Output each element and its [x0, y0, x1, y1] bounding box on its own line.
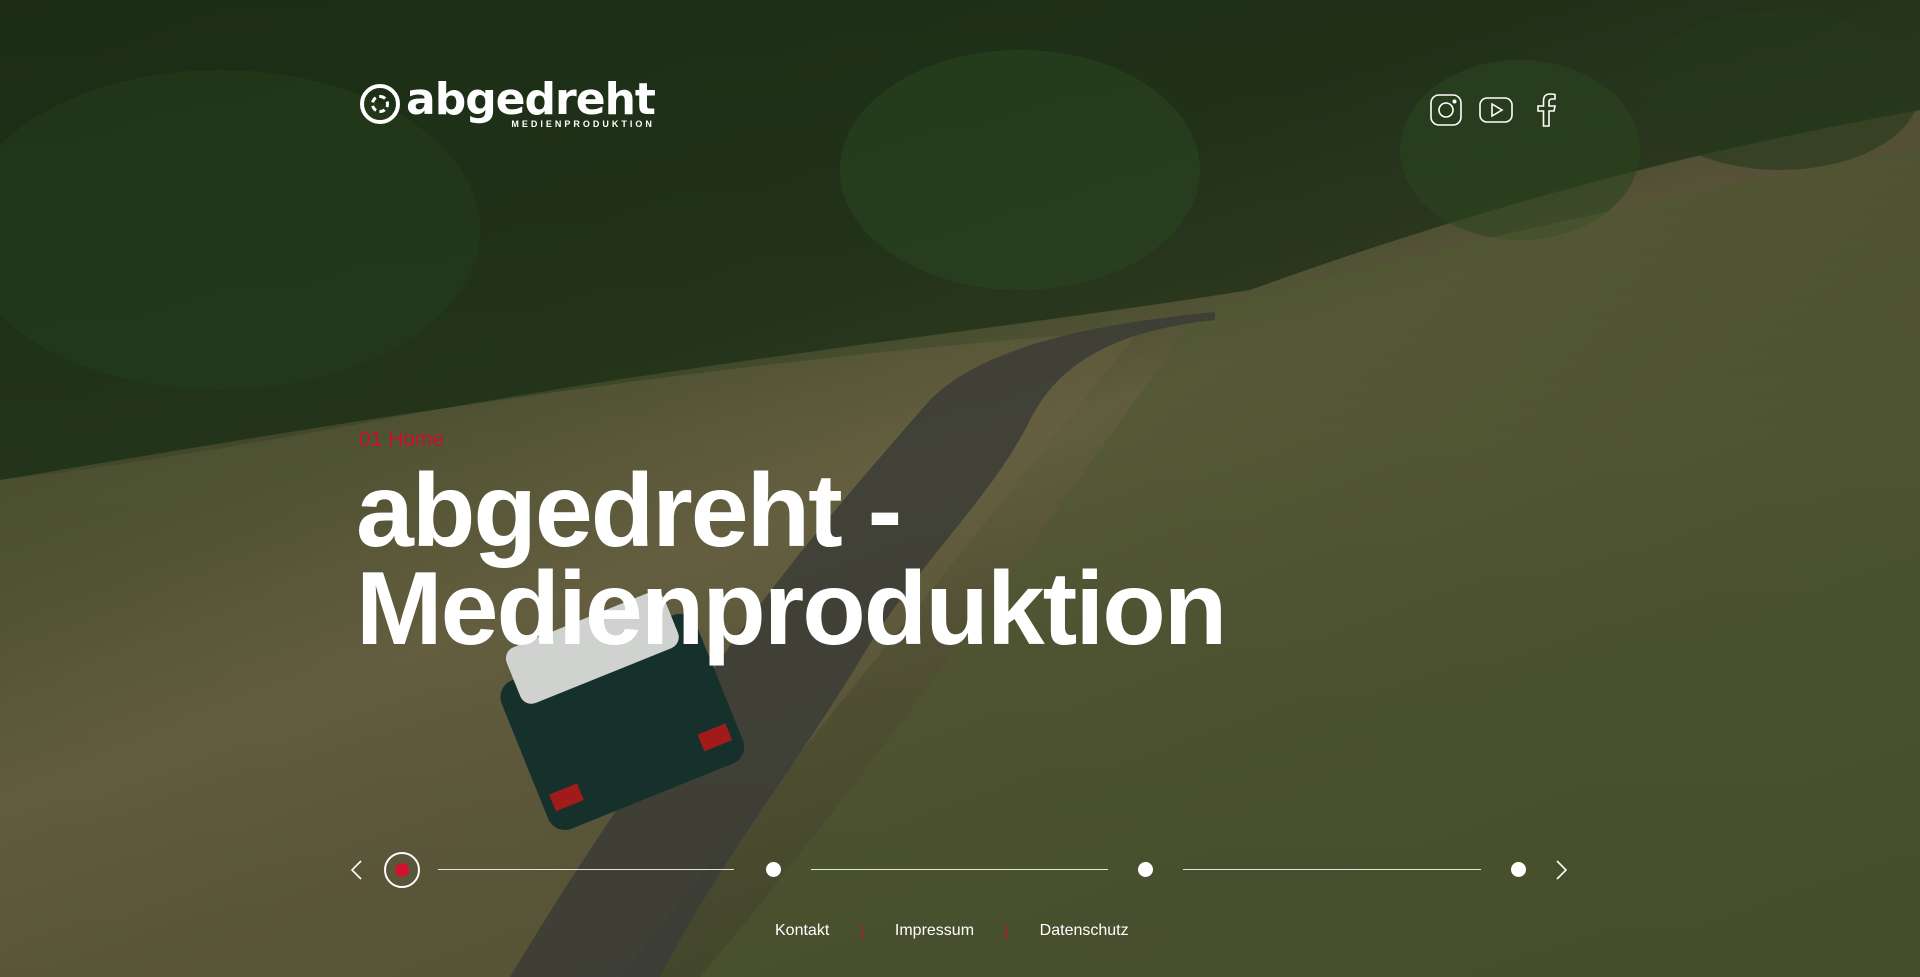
- footer-link-datenschutz[interactable]: Datenschutz: [1040, 922, 1129, 940]
- slide-dot-2[interactable]: [766, 862, 781, 877]
- slide-dot-1-active[interactable]: [384, 852, 420, 888]
- brand-logo[interactable]: abgedreht MEDIENPRODUKTION: [360, 74, 656, 129]
- logo-word: abgedreht: [406, 74, 656, 125]
- chevron-left-icon[interactable]: [346, 858, 370, 882]
- footer-link-impressum[interactable]: Impressum: [895, 922, 974, 940]
- facebook-icon[interactable]: [1528, 92, 1564, 128]
- aperture-icon: [360, 83, 400, 124]
- logo-subtitle: MEDIENPRODUKTION: [511, 119, 655, 129]
- page: abgedreht MEDIENPRODUKTION 01 Home abged…: [0, 0, 1920, 977]
- social-links: [1428, 92, 1564, 128]
- slide-track: [811, 869, 1108, 870]
- footer-separator: |: [860, 923, 864, 939]
- footer-separator: |: [1005, 923, 1009, 939]
- slide-track: [1183, 869, 1481, 870]
- section-label: 01 Home: [359, 428, 445, 451]
- chevron-right-icon[interactable]: [1548, 858, 1572, 882]
- youtube-icon[interactable]: [1478, 92, 1514, 128]
- slide-navigation: [346, 850, 1572, 890]
- footer-link-kontakt[interactable]: Kontakt: [775, 922, 829, 940]
- instagram-icon[interactable]: [1428, 92, 1464, 128]
- slide-track: [438, 869, 734, 870]
- hero-headline: abgedreht - Medienproduktion: [356, 459, 1227, 661]
- headline-line-2: Medienproduktion: [356, 551, 1227, 667]
- logo-text: abgedreht MEDIENPRODUKTION: [406, 74, 656, 129]
- footer-links: Kontakt | Impressum | Datenschutz: [775, 922, 1129, 940]
- slide-dot-3[interactable]: [1138, 862, 1153, 877]
- slide-dot-4[interactable]: [1511, 862, 1526, 877]
